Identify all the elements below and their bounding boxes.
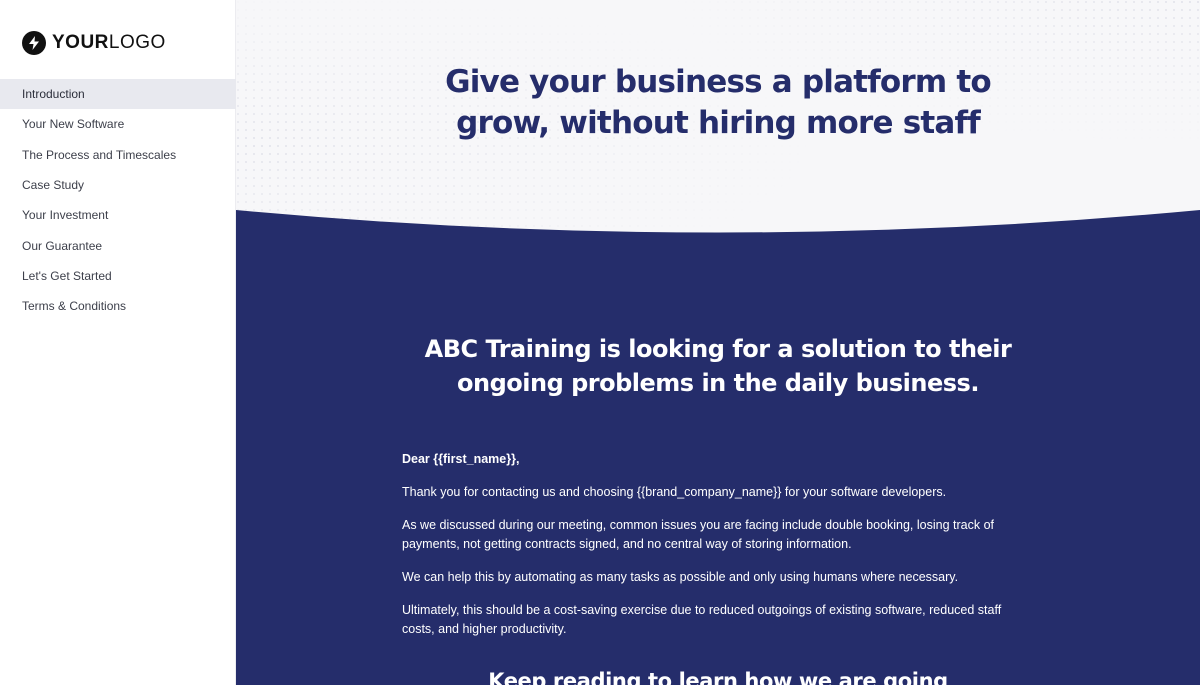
- sidebar-item-process-and-timescales[interactable]: The Process and Timescales: [0, 140, 236, 170]
- sidebar-nav: Introduction Your New Software The Proce…: [0, 79, 236, 321]
- lightning-bolt-icon: [22, 31, 46, 55]
- letter-paragraph-3: We can help this by automating as many t…: [402, 570, 959, 584]
- sidebar-item-your-new-software[interactable]: Your New Software: [0, 109, 236, 139]
- section-heading-line-2: ongoing problems in the daily business.: [457, 369, 979, 397]
- sidebar: YOURLOGO Introduction Your New Software …: [0, 0, 236, 685]
- section-heading: ABC Training is looking for a solution t…: [236, 332, 1200, 400]
- logo-text-light: LOGO: [108, 32, 166, 53]
- logo[interactable]: YOURLOGO: [22, 31, 166, 55]
- intro-section: ABC Training is looking for a solution t…: [236, 0, 1200, 685]
- sidebar-item-case-study[interactable]: Case Study: [0, 170, 236, 200]
- sidebar-item-your-investment[interactable]: Your Investment: [0, 200, 236, 230]
- section-heading-line-1: ABC Training is looking for a solution t…: [424, 335, 1012, 363]
- letter-paragraph-1: Thank you for contacting us and choosing…: [402, 485, 947, 499]
- sidebar-item-introduction[interactable]: Introduction: [0, 79, 236, 110]
- letter-greeting: Dear {{first_name}},: [402, 452, 520, 466]
- letter-paragraph-4: Ultimately, this should be a cost-saving…: [402, 603, 1002, 636]
- letter-body: Dear {{first_name}}, Thank you for conta…: [402, 450, 1032, 653]
- letter-paragraph-2: As we discussed during our meeting, comm…: [402, 518, 994, 551]
- main-content: Give your business a platform to grow, w…: [236, 0, 1200, 685]
- logo-text: YOURLOGO: [52, 32, 166, 54]
- sidebar-item-our-guarantee[interactable]: Our Guarantee: [0, 230, 236, 260]
- sidebar-item-terms-and-conditions[interactable]: Terms & Conditions: [0, 291, 236, 321]
- sidebar-item-lets-get-started[interactable]: Let's Get Started: [0, 261, 236, 291]
- logo-text-bold: YOUR: [52, 32, 109, 53]
- keep-reading-heading: Keep reading to learn how we are going: [488, 669, 948, 685]
